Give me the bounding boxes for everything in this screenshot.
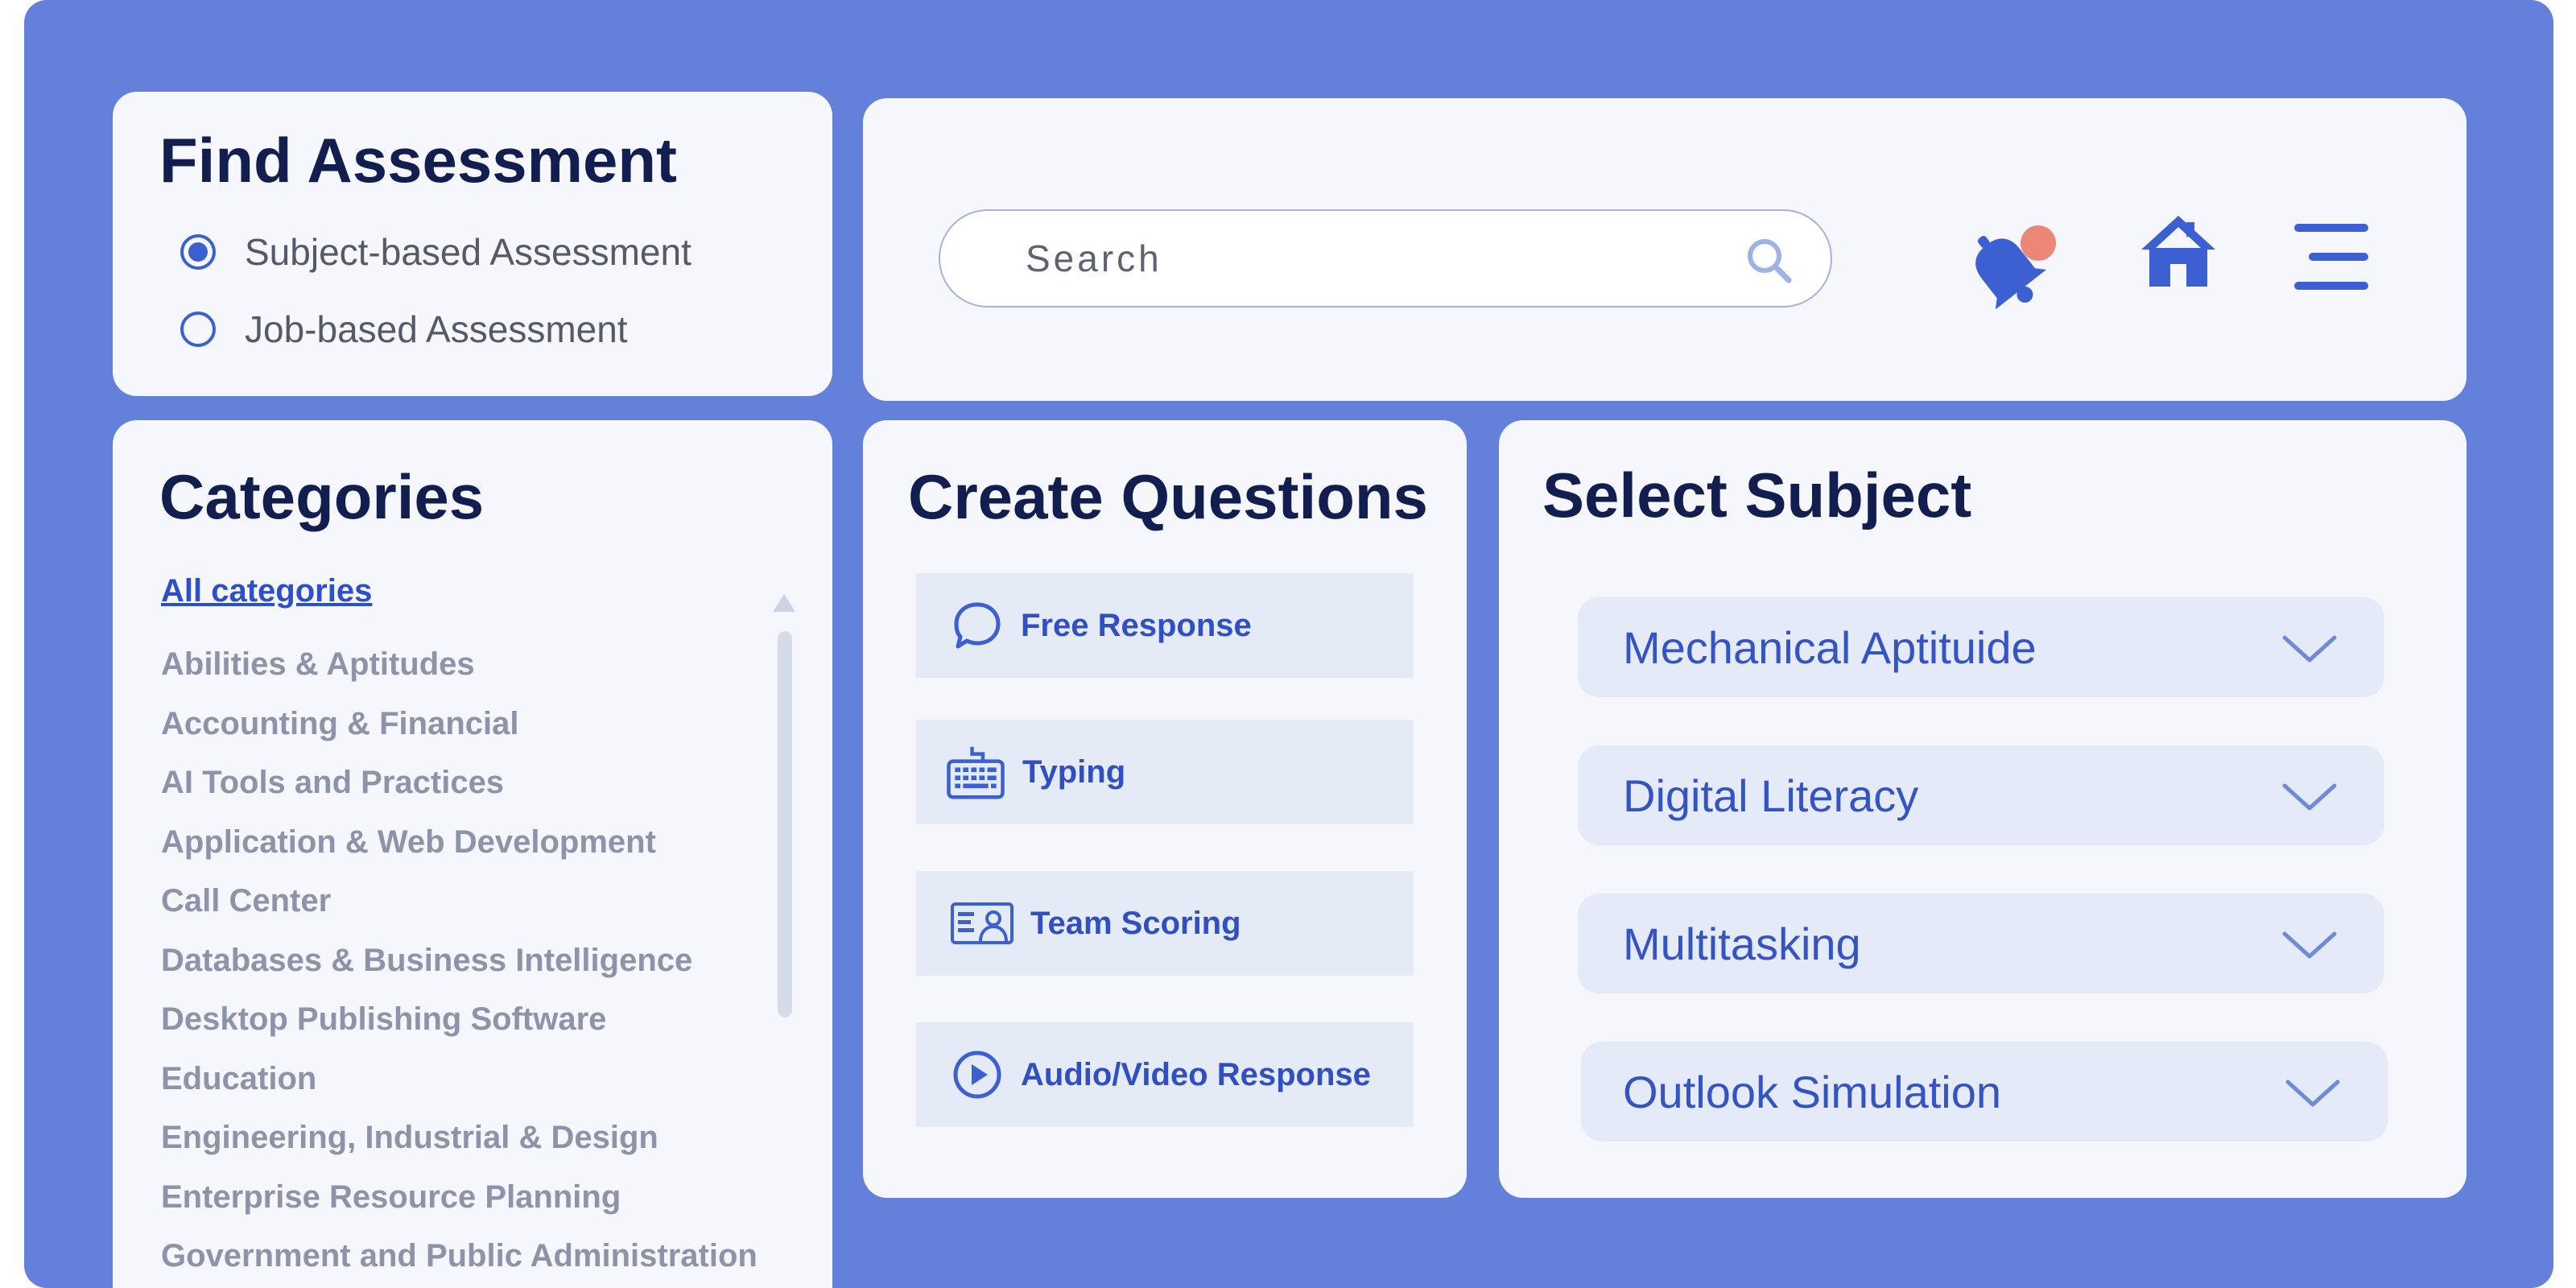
free-response-button[interactable]: Free Response — [916, 573, 1414, 678]
category-item[interactable]: Enterprise Resource Planning — [161, 1177, 758, 1236]
search-icon[interactable] — [1744, 235, 1795, 287]
radio-button[interactable] — [180, 312, 216, 347]
chevron-down-icon — [2282, 783, 2337, 811]
subject-label: Outlook Simulation — [1623, 1067, 2002, 1117]
subject-dropdown-multitasking[interactable]: Multitasking — [1578, 894, 2384, 993]
question-type-label: Typing — [1022, 753, 1126, 790]
scroll-up-arrow[interactable] — [773, 594, 795, 612]
speech-bubble-icon — [954, 602, 1001, 649]
category-list: Abilities & Aptitudes Accounting & Finan… — [161, 644, 758, 1288]
bell-icon[interactable] — [1950, 214, 2070, 319]
play-icon — [953, 1051, 1001, 1099]
audio-video-response-button[interactable]: Audio/Video Response — [916, 1022, 1414, 1127]
chevron-down-icon — [2285, 1080, 2340, 1107]
subject-label: Multitasking — [1623, 919, 1861, 969]
chevron-down-icon — [2282, 635, 2337, 663]
category-item[interactable]: Engineering, Industrial & Design — [161, 1117, 758, 1177]
category-item[interactable]: Accounting & Financial — [161, 704, 758, 763]
subject-dropdown-outlook-simulation[interactable]: Outlook Simulation — [1581, 1042, 2388, 1141]
subject-label: Mechanical Aptituide — [1623, 622, 2037, 673]
category-item[interactable]: Application & Web Development — [161, 822, 758, 881]
categories-title: Categories — [159, 461, 485, 532]
radio-job-based[interactable]: Job-based Assessment — [180, 308, 628, 351]
categories-card: Categories All categories Abilities & Ap… — [113, 420, 832, 1288]
all-categories-link[interactable]: All categories — [161, 573, 372, 609]
home-icon[interactable] — [2138, 211, 2219, 291]
keyboard-icon — [947, 746, 1005, 799]
chevron-down-icon — [2282, 931, 2337, 959]
notification-dot — [2021, 225, 2056, 261]
category-item[interactable]: AI Tools and Practices — [161, 762, 758, 822]
menu-icon[interactable] — [2291, 221, 2372, 293]
find-assessment-card: Find Assessment Subject-based Assessment… — [113, 92, 832, 396]
radio-button-selected[interactable] — [180, 234, 216, 270]
select-subject-card: Select Subject Mechanical Aptituide Digi… — [1499, 420, 2467, 1198]
search-placeholder: Search — [1026, 237, 1162, 279]
question-type-label: Audio/Video Response — [1021, 1056, 1371, 1092]
radio-label: Subject-based Assessment — [245, 231, 691, 273]
subject-dropdown-mechanical-aptitude[interactable]: Mechanical Aptituide — [1578, 597, 2384, 697]
subject-dropdown-digital-literacy[interactable]: Digital Literacy — [1578, 745, 2384, 845]
create-questions-title: Create Questions — [908, 461, 1428, 532]
category-item[interactable]: Government and Public Administration — [161, 1236, 758, 1288]
scrollbar-thumb[interactable] — [778, 631, 792, 1018]
typing-button[interactable]: Typing — [916, 720, 1414, 824]
search-input[interactable]: Search — [939, 209, 1832, 308]
team-scoring-button[interactable]: Team Scoring — [916, 871, 1414, 976]
radio-label: Job-based Assessment — [245, 308, 628, 350]
question-type-label: Team Scoring — [1030, 905, 1241, 941]
category-item[interactable]: Desktop Publishing Software — [161, 999, 758, 1059]
category-item[interactable]: Call Center — [161, 881, 758, 940]
category-item[interactable]: Abilities & Aptitudes — [161, 644, 758, 704]
app-frame: Find Assessment Subject-based Assessment… — [24, 0, 2553, 1288]
category-item[interactable]: Education — [161, 1059, 758, 1118]
create-questions-card: Create Questions Free Response Typing Te… — [863, 420, 1467, 1198]
find-assessment-title: Find Assessment — [159, 125, 677, 196]
question-type-label: Free Response — [1021, 607, 1252, 643]
category-item[interactable]: Databases & Business Intelligence — [161, 940, 758, 1000]
select-subject-title: Select Subject — [1542, 460, 1972, 530]
radio-subject-based[interactable]: Subject-based Assessment — [180, 230, 691, 274]
subject-label: Digital Literacy — [1623, 770, 1919, 821]
id-card-icon — [951, 902, 1013, 944]
